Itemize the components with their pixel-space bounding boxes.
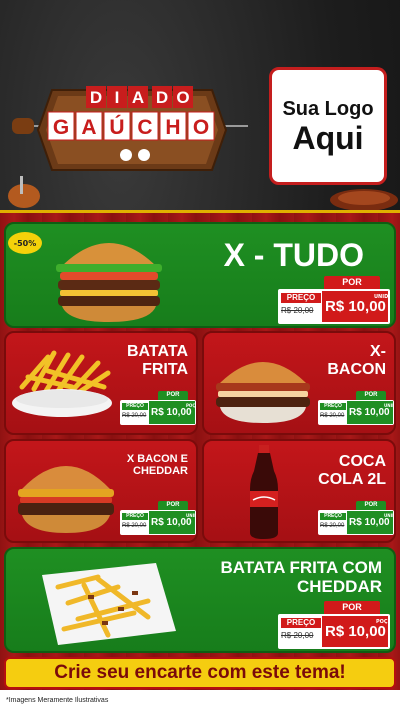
burger-x-bacon-image xyxy=(216,362,310,423)
svg-text:D: D xyxy=(156,88,168,107)
unit-label: UNID xyxy=(186,513,198,518)
price-tag: POR PREÇO R$ 20,00 R$ 10,00 UNID xyxy=(120,501,196,535)
price-tag: POR PREÇO R$ 20,00 R$ 10,00 POÇ xyxy=(120,391,196,425)
burger-x-tudo-image xyxy=(56,243,162,322)
old-price: R$ 20,00 xyxy=(281,306,314,315)
logo-line1: Sua Logo xyxy=(282,97,374,120)
svg-text:I: I xyxy=(115,88,120,107)
unit-label: UNID xyxy=(384,403,396,408)
por-label: POR xyxy=(324,276,380,289)
product-title-line1: X- xyxy=(370,343,386,360)
price-tag: POR PREÇO R$ 20,00 R$ 10,00 POÇ xyxy=(278,601,390,649)
old-price: R$ 20,00 xyxy=(320,523,345,529)
discount-badge: -50% xyxy=(8,232,42,254)
price-tag: POR PREÇO R$ 20,00 R$ 10,00 UNID xyxy=(318,501,394,535)
product-title: X - TUDO xyxy=(223,237,364,273)
chimarrao-cup-icon xyxy=(8,176,40,208)
product-title-line2: CHEDDAR xyxy=(297,576,382,596)
svg-text:Ú: Ú xyxy=(109,115,124,139)
fries-cheddar-image xyxy=(42,563,176,645)
svg-text:A: A xyxy=(81,116,96,139)
fries-image xyxy=(12,350,112,417)
svg-text:O: O xyxy=(176,88,189,107)
preco-label: PREÇO xyxy=(320,513,346,520)
grilled-meat-icon xyxy=(330,189,398,211)
product-card-x-bacon: X- BACON POR PREÇO R$ 20,00 R$ 10,00 UNI… xyxy=(202,331,396,435)
product-card-batata-cheddar: BATATA FRITA COM CHEDDAR POR PREÇO R$ 20… xyxy=(4,547,396,653)
logo-line2: Aqui xyxy=(292,119,364,156)
product-title-line2: FRITA xyxy=(142,360,188,378)
por-label: POR xyxy=(158,391,188,400)
product-title-line1: BATATA xyxy=(126,343,188,360)
preco-label: PREÇO xyxy=(122,403,148,410)
svg-text:O: O xyxy=(193,116,209,139)
product-title-line1: COCA xyxy=(338,453,386,470)
unit-label: POÇ xyxy=(376,619,388,625)
price-tag: POR PREÇO R$ 20,00 R$ 10,00 UNID xyxy=(318,391,394,425)
logo-placeholder: Sua Logo Aqui xyxy=(269,67,387,185)
dia-do-gaucho-emblem: DIA DO GAÚ CHO xyxy=(12,86,248,171)
product-card-batata-frita: BATATA FRITA POR PREÇO R$ 20,00 R$ 10,00… xyxy=(4,331,198,435)
old-price: R$ 20,00 xyxy=(320,413,345,419)
unit-label: UNID xyxy=(384,513,396,518)
old-price: R$ 20,00 xyxy=(122,523,147,529)
product-title-line2: COLA 2L xyxy=(318,470,386,488)
svg-text:G: G xyxy=(53,116,69,139)
por-label: POR xyxy=(158,501,188,510)
soda-bottle-image xyxy=(250,445,278,539)
old-price: R$ 20,00 xyxy=(122,413,147,419)
header: DIA DO GAÚ CHO Sua Logo Aqui xyxy=(0,0,400,212)
por-label: POR xyxy=(356,391,386,400)
product-title-line2: BACON xyxy=(327,360,386,378)
svg-text:A: A xyxy=(132,88,144,107)
product-card-coca-cola: COCA COLA 2L POR PREÇO R$ 20,00 R$ 10,00… xyxy=(202,439,396,543)
svg-text:H: H xyxy=(165,116,180,139)
svg-text:C: C xyxy=(137,116,152,139)
por-label: POR xyxy=(356,501,386,510)
preco-label: PREÇO xyxy=(281,293,321,303)
price-tag: POR PREÇO R$ 20,00 R$ 10,00 UNID xyxy=(278,276,390,324)
svg-text:D: D xyxy=(90,88,102,107)
product-title-line2: CHEDDAR xyxy=(133,465,188,478)
unit-label: UNID xyxy=(374,294,389,300)
disclaimer-footer: *Imagens Meramente Ilustrativas xyxy=(0,690,400,711)
preco-label: PREÇO xyxy=(320,403,346,410)
cta-banner[interactable]: Crie seu encarte com este tema! xyxy=(4,657,396,689)
preco-label: PREÇO xyxy=(122,513,148,520)
old-price: R$ 20,00 xyxy=(281,631,314,640)
flyer-page: DIA DO GAÚ CHO Sua Logo Aqui X - TUDO PO… xyxy=(0,0,400,711)
burger-x-bacon-cheddar-image xyxy=(18,466,114,533)
product-title-line1: X BACON E xyxy=(126,453,188,465)
por-label: POR xyxy=(324,601,380,614)
product-card-x-bacon-cheddar: X BACON E CHEDDAR POR PREÇO R$ 20,00 R$ … xyxy=(4,439,198,543)
unit-label: POÇ xyxy=(186,403,196,408)
product-title-line1: BATATA FRITA COM xyxy=(220,558,382,577)
product-card-x-tudo: X - TUDO POR PREÇO R$ 20,00 R$ 10,00 UNI… xyxy=(4,222,396,328)
preco-label: PREÇO xyxy=(281,618,321,628)
